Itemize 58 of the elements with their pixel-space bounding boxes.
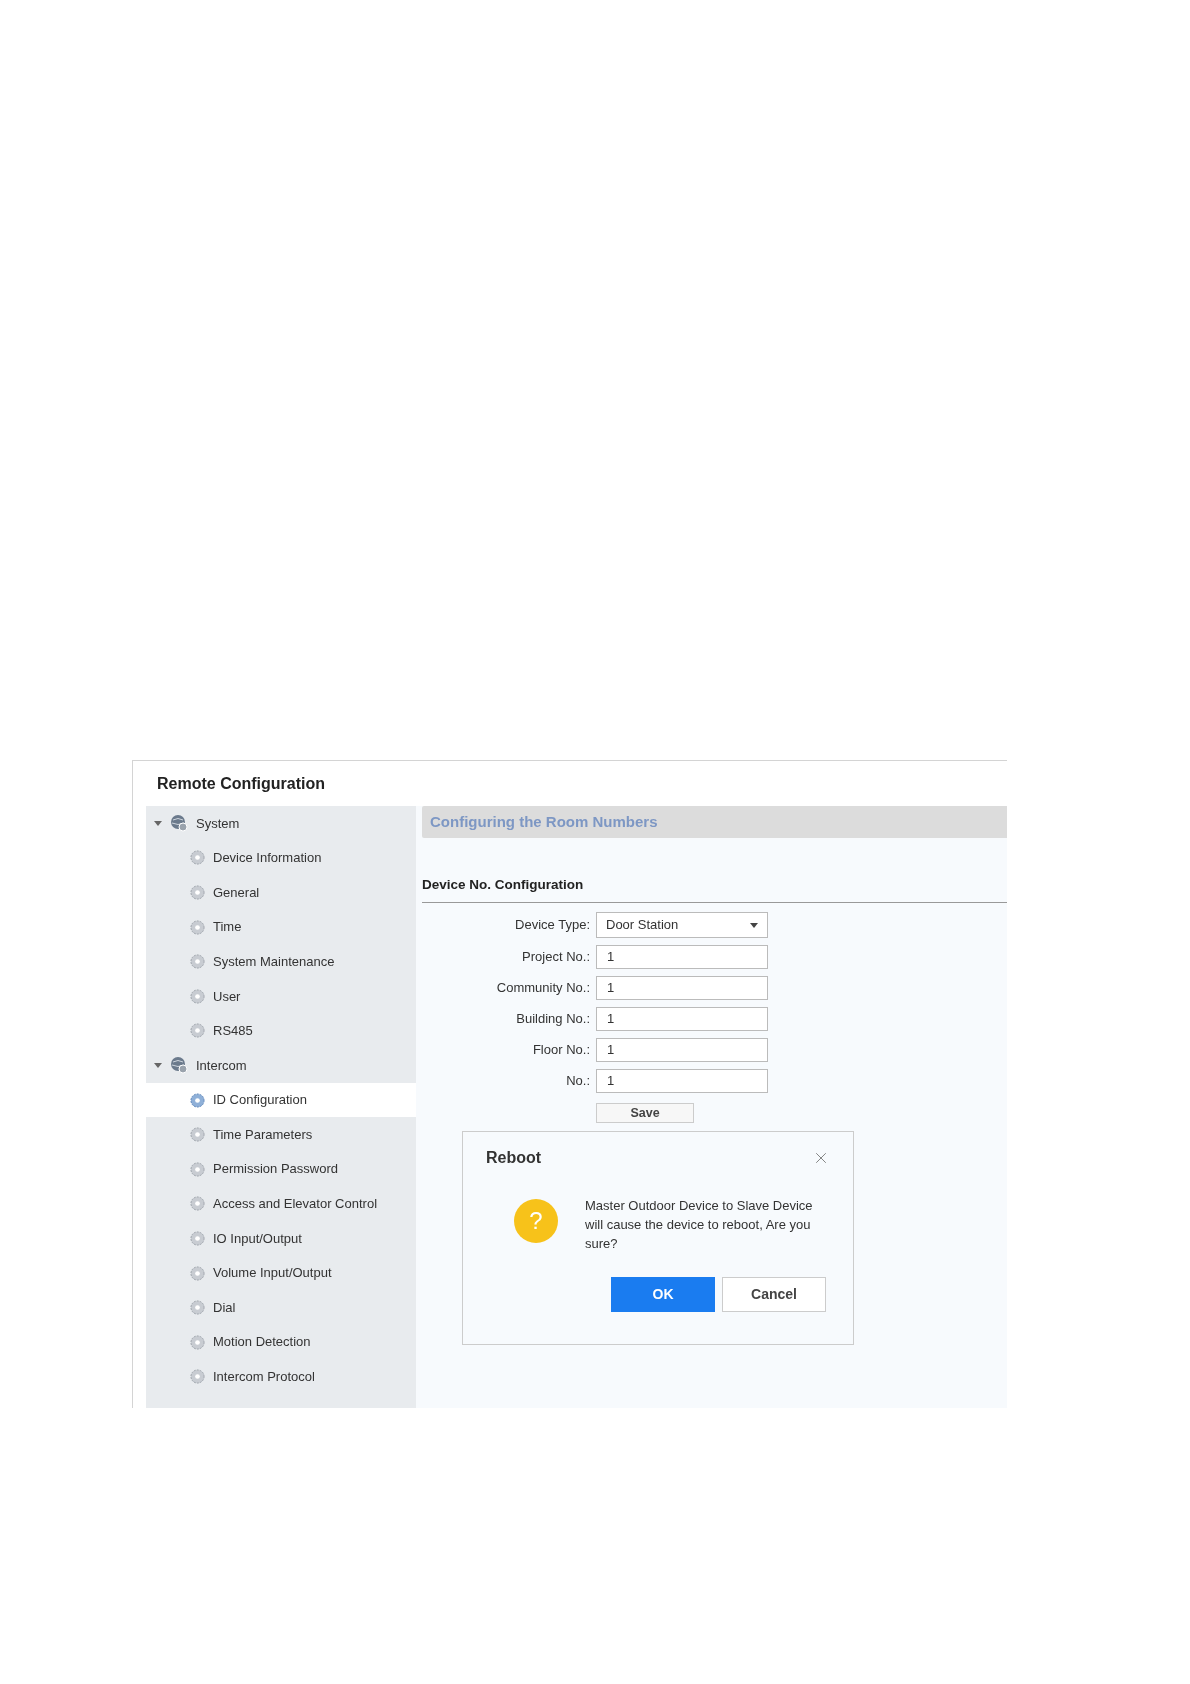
collapse-arrow-icon[interactable] xyxy=(154,1062,162,1068)
tree-group[interactable]: System xyxy=(146,806,416,841)
tree-item[interactable]: Time Parameters xyxy=(146,1117,416,1152)
cancel-button[interactable]: Cancel xyxy=(722,1277,826,1312)
gear-icon xyxy=(190,1265,205,1281)
tree-item[interactable]: RS485 xyxy=(146,1013,416,1049)
gear-icon xyxy=(190,885,205,900)
tree-item[interactable]: ID Configuration xyxy=(146,1082,416,1118)
gear-icon xyxy=(190,1369,205,1385)
globe-icon xyxy=(170,1056,188,1075)
tree-group[interactable]: Intercom xyxy=(146,1048,416,1083)
gear-icon xyxy=(190,1196,205,1212)
gear-icon xyxy=(190,1334,205,1350)
tree-item[interactable]: IO Input/Output xyxy=(146,1221,416,1256)
dialog-message: Master Outdoor Device to Slave Device will cause the device to reboot, Are you sure? xyxy=(585,1197,814,1253)
tree-item[interactable]: System Maintenance xyxy=(146,944,416,979)
gear-icon xyxy=(190,1161,205,1177)
gear-icon xyxy=(190,988,205,1004)
gear-icon xyxy=(190,850,205,866)
input-field[interactable]: 1 xyxy=(596,1038,768,1062)
panel-header: Configuring the Room Numbers xyxy=(422,806,1007,838)
gear-icon xyxy=(190,1300,205,1316)
field-label: Community No.: xyxy=(495,979,590,998)
tree-item[interactable]: Dial xyxy=(146,1290,416,1325)
field-label: Project No.: xyxy=(521,948,590,967)
section-title: Device No. Configuration xyxy=(422,877,584,892)
gear-icon xyxy=(190,954,205,970)
gear-icon xyxy=(190,1127,205,1143)
question-icon: ? xyxy=(514,1199,558,1243)
field-label: Building No.: xyxy=(515,1010,590,1029)
field-label: No.: xyxy=(565,1072,590,1091)
input-field[interactable]: 1 xyxy=(596,1007,768,1031)
field-label: Device Type: xyxy=(514,916,590,935)
caret-icon xyxy=(750,922,758,928)
gear-icon xyxy=(190,1230,205,1246)
tree-item[interactable]: Device Information xyxy=(146,840,416,876)
ok-button[interactable]: OK xyxy=(611,1277,715,1312)
gear-icon xyxy=(190,1023,205,1039)
tree-item[interactable]: Motion Detection xyxy=(146,1324,416,1360)
input-field[interactable]: 1 xyxy=(596,976,768,1000)
field-label: Floor No.: xyxy=(531,1041,590,1060)
tree-item[interactable]: Time xyxy=(146,909,416,945)
gear-icon xyxy=(190,1092,205,1108)
tree-item[interactable]: Access and Elevator Control xyxy=(146,1186,416,1222)
dialog-title: Reboot xyxy=(486,1148,542,1168)
tree-item[interactable]: Intercom Protocol xyxy=(146,1359,416,1395)
tree-item[interactable]: Volume Input/Output xyxy=(146,1255,416,1291)
device-type-dropdown[interactable]: Door Station xyxy=(596,912,768,938)
collapse-arrow-icon[interactable] xyxy=(154,820,162,826)
input-field[interactable]: 1 xyxy=(596,1069,768,1093)
tree-item[interactable]: Permission Password xyxy=(146,1151,416,1187)
globe-icon xyxy=(170,814,188,833)
tree-item[interactable]: General xyxy=(146,875,416,910)
save-button[interactable]: Save xyxy=(596,1103,694,1123)
input-field[interactable]: 1 xyxy=(596,945,768,969)
window-title: Remote Configuration xyxy=(157,773,325,794)
tree-item[interactable]: User xyxy=(146,978,416,1014)
gear-icon xyxy=(190,919,205,935)
